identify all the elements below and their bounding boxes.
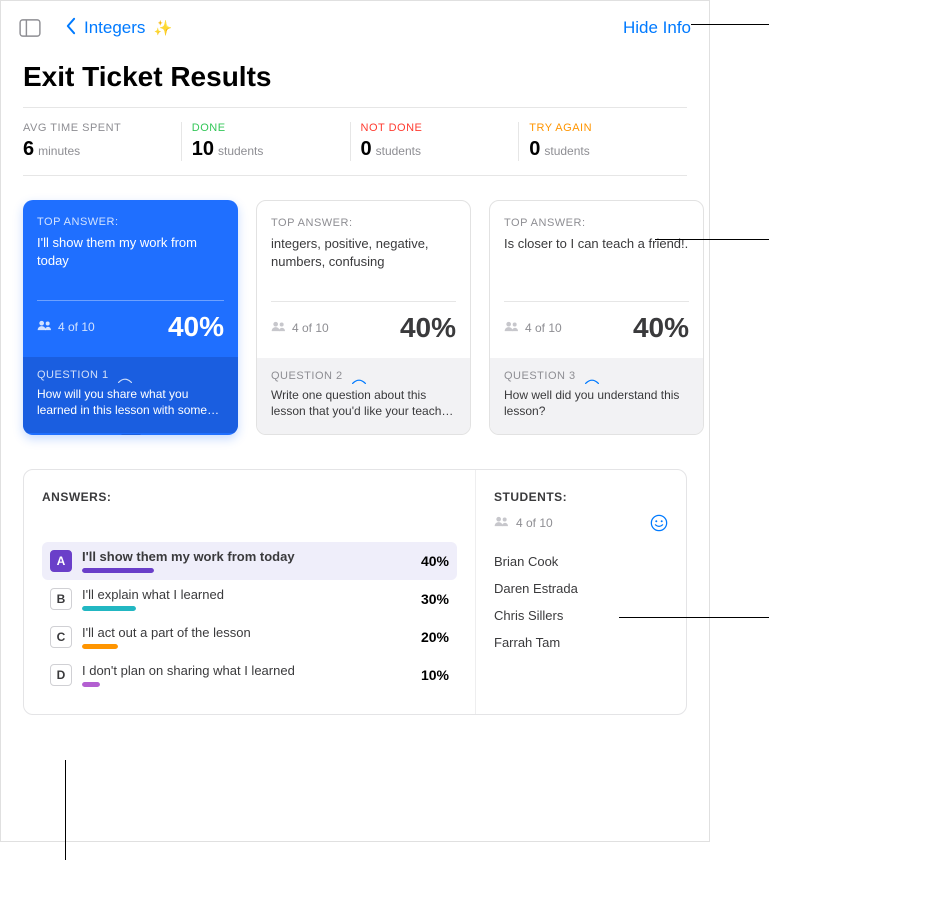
answer-row-a[interactable]: A I'll show them my work from today 40% bbox=[42, 542, 457, 580]
question-text: How well did you understand this lesson? bbox=[504, 387, 689, 419]
callout-line bbox=[655, 239, 769, 240]
stat-value: 0 bbox=[529, 138, 540, 161]
arc-icon bbox=[117, 371, 131, 379]
smiley-icon[interactable] bbox=[650, 514, 668, 532]
question-card-1[interactable]: TOP ANSWER: I'll show them my work from … bbox=[23, 200, 238, 435]
detail-panel: ANSWERS: A I'll show them my work from t… bbox=[23, 469, 687, 715]
stat-label: NOT DONE bbox=[361, 122, 509, 134]
question-label: QUESTION 3 bbox=[504, 370, 576, 382]
answer-bar bbox=[82, 606, 136, 611]
page-title: Exit Ticket Results bbox=[1, 49, 709, 101]
stat-avg-time: AVG TIME SPENT 6 minutes bbox=[23, 122, 182, 161]
students-column: STUDENTS: 4 of 10 Brian CookDaren Estrad… bbox=[476, 470, 686, 714]
response-pct: 40% bbox=[633, 312, 689, 344]
people-icon bbox=[271, 321, 287, 335]
back-chevron-icon[interactable] bbox=[65, 15, 76, 41]
top-answer-text: Is closer to I can teach a friend!. bbox=[504, 235, 689, 253]
answer-pct: 20% bbox=[405, 629, 449, 645]
hide-info-button[interactable]: Hide Info bbox=[623, 18, 691, 38]
stat-unit: students bbox=[544, 144, 589, 158]
callout-line bbox=[619, 617, 769, 618]
question-text: How will you share what you learned in t… bbox=[37, 386, 224, 418]
answer-letter: B bbox=[50, 588, 72, 610]
topbar-left: Integers ✨ bbox=[19, 15, 172, 41]
student-name[interactable]: Farrah Tam bbox=[494, 629, 668, 656]
sparkle-icon: ✨ bbox=[153, 19, 172, 37]
callout-line bbox=[691, 24, 769, 25]
answer-pct: 30% bbox=[405, 591, 449, 607]
top-answer-text: integers, positive, negative, numbers, c… bbox=[271, 235, 456, 270]
app-window: Integers ✨ Hide Info Exit Ticket Results… bbox=[0, 0, 710, 842]
student-name[interactable]: Daren Estrada bbox=[494, 575, 668, 602]
top-answer-text: I'll show them my work from today bbox=[37, 234, 224, 269]
stats-row: AVG TIME SPENT 6 minutes DONE 10 student… bbox=[23, 107, 687, 176]
response-count: 4 of 10 bbox=[504, 321, 562, 335]
stat-label: TRY AGAIN bbox=[529, 122, 677, 134]
top-answer-label: TOP ANSWER: bbox=[504, 217, 689, 229]
stat-value: 0 bbox=[361, 138, 372, 161]
answer-text: I don't plan on sharing what I learned bbox=[82, 663, 395, 678]
answer-pct: 40% bbox=[405, 553, 449, 569]
answer-text: I'll show them my work from today bbox=[82, 549, 395, 564]
student-name[interactable]: Chris Sillers bbox=[494, 602, 668, 629]
answer-bar bbox=[82, 644, 118, 649]
answers-column: ANSWERS: A I'll show them my work from t… bbox=[24, 470, 476, 714]
arc-icon bbox=[584, 372, 598, 380]
people-icon bbox=[494, 516, 510, 530]
answer-list: A I'll show them my work from today 40% … bbox=[42, 542, 457, 694]
people-icon bbox=[504, 321, 520, 335]
answer-letter: D bbox=[50, 664, 72, 686]
callout-line bbox=[65, 760, 66, 860]
answer-bar bbox=[82, 682, 100, 687]
answer-text: I'll explain what I learned bbox=[82, 587, 395, 602]
answer-bar bbox=[82, 568, 154, 573]
question-text: Write one question about this lesson tha… bbox=[271, 387, 456, 419]
stat-value: 6 bbox=[23, 138, 34, 161]
answer-text: I'll act out a part of the lesson bbox=[82, 625, 395, 640]
students-heading: STUDENTS: bbox=[494, 490, 668, 504]
response-pct: 40% bbox=[168, 311, 224, 343]
top-answer-label: TOP ANSWER: bbox=[37, 216, 224, 228]
arc-icon bbox=[351, 372, 365, 380]
answer-letter: C bbox=[50, 626, 72, 648]
stat-done: DONE 10 students bbox=[182, 122, 351, 161]
stat-unit: students bbox=[218, 144, 263, 158]
answer-row-b[interactable]: B I'll explain what I learned 30% bbox=[42, 580, 457, 618]
response-pct: 40% bbox=[400, 312, 456, 344]
students-count-text: 4 of 10 bbox=[516, 516, 553, 530]
question-card-2[interactable]: TOP ANSWER: integers, positive, negative… bbox=[256, 200, 471, 435]
question-cards: TOP ANSWER: I'll show them my work from … bbox=[1, 176, 709, 451]
stat-unit: students bbox=[376, 144, 421, 158]
answer-row-c[interactable]: C I'll act out a part of the lesson 20% bbox=[42, 618, 457, 656]
students-count: 4 of 10 bbox=[494, 516, 553, 530]
stat-unit: minutes bbox=[38, 144, 80, 158]
response-count: 4 of 10 bbox=[271, 321, 329, 335]
response-count: 4 of 10 bbox=[37, 320, 95, 334]
answers-heading: ANSWERS: bbox=[42, 490, 457, 504]
students-list: Brian CookDaren EstradaChris SillersFarr… bbox=[494, 548, 668, 656]
student-name[interactable]: Brian Cook bbox=[494, 548, 668, 575]
top-answer-label: TOP ANSWER: bbox=[271, 217, 456, 229]
answer-row-d[interactable]: D I don't plan on sharing what I learned… bbox=[42, 656, 457, 694]
topbar: Integers ✨ Hide Info bbox=[1, 1, 709, 49]
stat-label: DONE bbox=[192, 122, 340, 134]
stat-value: 10 bbox=[192, 138, 214, 161]
sidebar-toggle-icon[interactable] bbox=[19, 19, 41, 37]
answer-letter: A bbox=[50, 550, 72, 572]
people-icon bbox=[37, 320, 53, 334]
card-pointer bbox=[121, 434, 141, 435]
back-label[interactable]: Integers bbox=[84, 18, 145, 38]
answer-pct: 10% bbox=[405, 667, 449, 683]
question-label: QUESTION 2 bbox=[271, 370, 343, 382]
question-label: QUESTION 1 bbox=[37, 369, 109, 381]
stat-not-done: NOT DONE 0 students bbox=[351, 122, 520, 161]
stat-try-again: TRY AGAIN 0 students bbox=[519, 122, 687, 161]
stat-label: AVG TIME SPENT bbox=[23, 122, 171, 134]
question-card-3[interactable]: TOP ANSWER: Is closer to I can teach a f… bbox=[489, 200, 704, 435]
